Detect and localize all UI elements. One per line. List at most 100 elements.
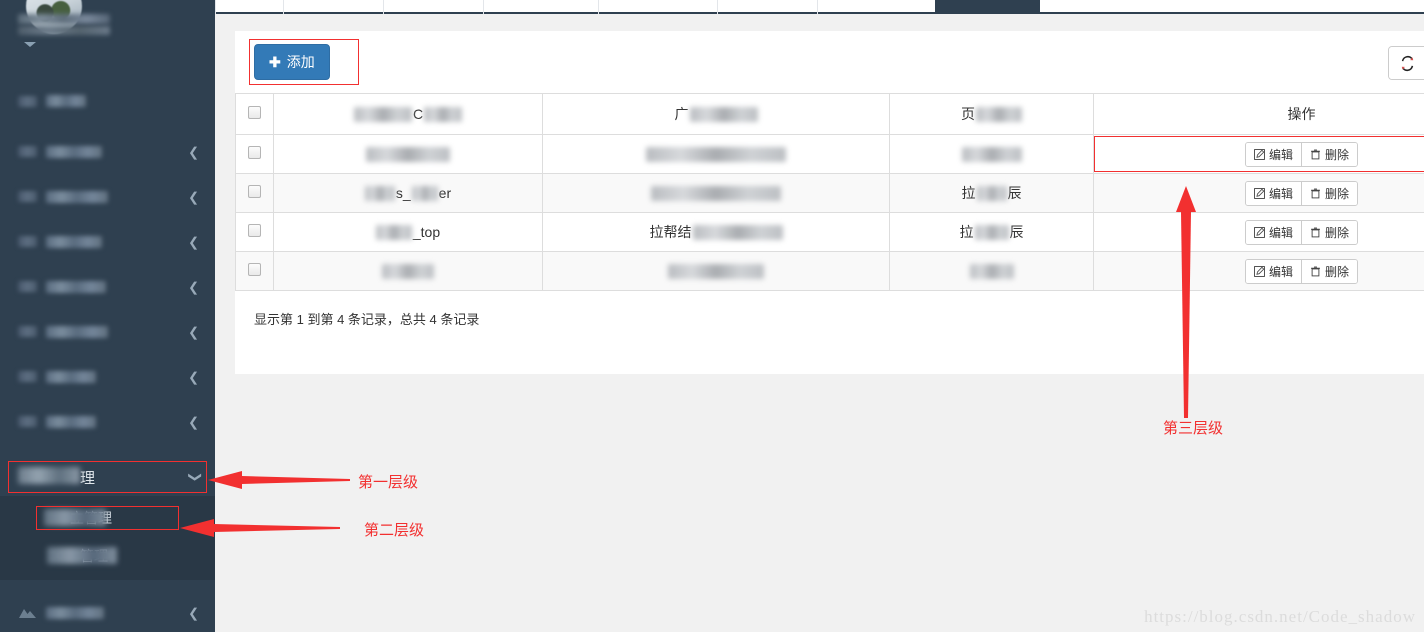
sidebar-subitem-0[interactable]: 立管理 bbox=[0, 503, 215, 533]
sidebar-item-3[interactable]: ❮ bbox=[0, 219, 215, 264]
mountain-icon bbox=[18, 606, 37, 619]
select-all-header[interactable] bbox=[235, 93, 274, 135]
column-header-b[interactable]: 广 bbox=[542, 93, 890, 135]
delete-button[interactable]: 删除 bbox=[1302, 142, 1358, 166]
pencil-square-icon bbox=[1254, 187, 1265, 199]
sidebar-nav: ❮ ❮ ❮ ❮ ❮ ❮ ❮ 理 ❮ ❮ bbox=[0, 80, 215, 632]
cell-a: s_ er bbox=[273, 173, 543, 213]
trash-icon bbox=[1311, 188, 1320, 198]
sidebar-item-bottom[interactable]: ❮ bbox=[0, 590, 215, 632]
delete-button-label: 删除 bbox=[1325, 186, 1350, 201]
nav-icon bbox=[18, 146, 37, 157]
edit-button-label: 编辑 bbox=[1268, 147, 1293, 162]
table-footer-count: 显示第 1 到第 4 条记录，总共 4 条记录 bbox=[254, 312, 480, 327]
watermark: https://blog.csdn.net/Code_shadow bbox=[1144, 607, 1416, 626]
sidebar-item-7[interactable]: ❮ bbox=[0, 399, 215, 444]
edit-button[interactable]: 编辑 bbox=[1245, 259, 1302, 283]
cell-b bbox=[542, 134, 890, 174]
chevron-left-icon: ❮ bbox=[188, 234, 199, 249]
sidebar-item-label bbox=[46, 325, 108, 338]
data-table: C 广 页 操作 编辑 删除 s_ er 拉 辰 编辑 删除 _top 拉帮结 … bbox=[235, 93, 1424, 291]
table-row: 编辑 删除 bbox=[235, 251, 1424, 291]
sidebar-item-0[interactable] bbox=[0, 80, 215, 122]
cell-a: _top bbox=[273, 212, 543, 252]
pencil-square-icon bbox=[1254, 226, 1265, 238]
main-area: ✚ 添加 C 广 页 操作 编辑 删除 s_ er 拉 辰 编辑 删除 _top… bbox=[215, 0, 1424, 632]
row-action-group: 编辑 删除 bbox=[1244, 258, 1359, 284]
edit-button[interactable]: 编辑 bbox=[1245, 181, 1302, 205]
refresh-icon[interactable] bbox=[1389, 47, 1424, 79]
column-header-c[interactable]: 页 bbox=[889, 93, 1094, 135]
sidebar-item-label bbox=[46, 280, 106, 293]
profile-subtitle-redacted bbox=[18, 26, 110, 35]
sidebar-item-1[interactable]: ❮ bbox=[0, 129, 215, 174]
delete-button[interactable]: 删除 bbox=[1302, 181, 1358, 205]
tab-active[interactable] bbox=[935, 0, 1040, 14]
row-checkbox-cell[interactable] bbox=[235, 134, 274, 174]
sidebar-item-4[interactable]: ❮ bbox=[0, 264, 215, 309]
row-checkbox[interactable] bbox=[248, 224, 261, 237]
cell-b bbox=[542, 173, 890, 213]
nav-icon bbox=[18, 236, 37, 247]
row-checkbox[interactable] bbox=[248, 185, 261, 198]
nav-icon bbox=[18, 191, 37, 202]
sidebar-item-label bbox=[46, 415, 96, 428]
row-checkbox[interactable] bbox=[248, 263, 261, 276]
row-checkbox-cell[interactable] bbox=[235, 251, 274, 291]
delete-button-label: 删除 bbox=[1325, 225, 1350, 240]
sidebar-item-5[interactable]: ❮ bbox=[0, 309, 215, 354]
column-header-operations[interactable]: 操作 bbox=[1093, 93, 1424, 135]
cell-operations: 编辑 删除 bbox=[1093, 212, 1424, 252]
profile-name-redacted bbox=[18, 14, 110, 24]
pencil-square-icon bbox=[1254, 148, 1265, 160]
sidebar-item-6[interactable]: ❮ bbox=[0, 354, 215, 399]
sidebar-item-2[interactable]: ❮ bbox=[0, 174, 215, 219]
row-action-group: 编辑 删除 bbox=[1244, 180, 1359, 206]
chevron-left-icon: ❮ bbox=[188, 189, 199, 204]
row-checkbox-cell[interactable] bbox=[235, 173, 274, 213]
cell-b bbox=[542, 251, 890, 291]
nav-icon bbox=[18, 281, 37, 292]
chevron-left-icon: ❮ bbox=[188, 324, 199, 339]
delete-button-label: 删除 bbox=[1325, 147, 1350, 162]
delete-button[interactable]: 删除 bbox=[1302, 220, 1358, 244]
sidebar-parent-menu[interactable]: 理 ❮ bbox=[0, 458, 215, 496]
sidebar-item-label bbox=[46, 95, 86, 107]
parent-label-redacted bbox=[18, 467, 80, 484]
column-header-a[interactable]: C bbox=[273, 93, 543, 135]
tab-strip bbox=[215, 0, 1424, 14]
caret-down-icon[interactable] bbox=[24, 42, 36, 47]
row-action-group: 编辑 删除 bbox=[1244, 219, 1359, 245]
edit-button-label: 编辑 bbox=[1268, 186, 1293, 201]
cell-operations: 编辑 删除 bbox=[1093, 173, 1424, 213]
row-checkbox-cell[interactable] bbox=[235, 212, 274, 252]
cell-c bbox=[889, 134, 1094, 174]
table-tool-buttons bbox=[1388, 46, 1424, 80]
sidebar-subitem-1[interactable]: 管理 bbox=[0, 541, 215, 571]
table-row: s_ er 拉辰 编辑 删除 bbox=[235, 173, 1424, 213]
sidebar-submenu: 立管理 管理 bbox=[0, 496, 215, 580]
add-button[interactable]: ✚ 添加 bbox=[254, 44, 330, 80]
chevron-left-icon: ❮ bbox=[188, 369, 199, 384]
select-all-checkbox[interactable] bbox=[248, 106, 261, 119]
edit-button[interactable]: 编辑 bbox=[1245, 142, 1302, 166]
delete-button[interactable]: 删除 bbox=[1302, 259, 1358, 283]
nav-icon bbox=[18, 95, 37, 107]
subitem-label-redacted bbox=[44, 509, 106, 526]
sidebar-item-label bbox=[46, 145, 102, 158]
chevron-left-icon: ❮ bbox=[188, 605, 199, 620]
edit-button-label: 编辑 bbox=[1268, 225, 1293, 240]
chevron-down-icon: ❮ bbox=[186, 471, 202, 483]
cell-c bbox=[889, 251, 1094, 291]
app-root: ❮ ❮ ❮ ❮ ❮ ❮ ❮ 理 ❮ ❮ ✚ 添加 C 广 页 操作 编辑 删除 … bbox=[0, 0, 1424, 632]
cell-c: 拉辰 bbox=[889, 212, 1094, 252]
nav-icon bbox=[18, 371, 37, 382]
edit-button[interactable]: 编辑 bbox=[1245, 220, 1302, 244]
cell-c: 拉辰 bbox=[889, 173, 1094, 213]
row-checkbox[interactable] bbox=[248, 146, 261, 159]
cell-a bbox=[273, 251, 543, 291]
trash-icon bbox=[1311, 266, 1320, 276]
sidebar-profile[interactable] bbox=[0, 0, 215, 58]
nav-icon bbox=[18, 326, 37, 337]
sidebar-item-label bbox=[46, 370, 96, 383]
